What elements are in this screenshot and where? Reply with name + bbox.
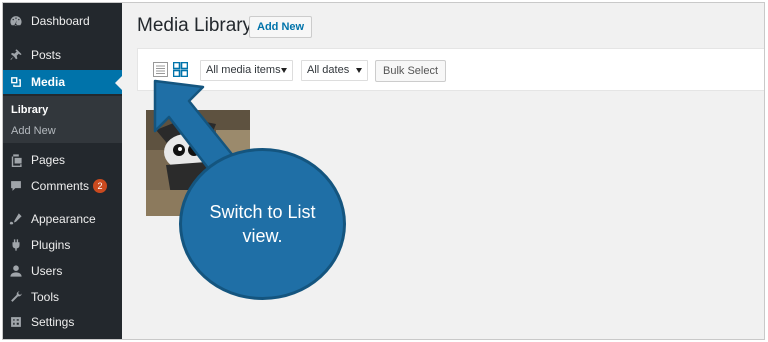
tools-icon bbox=[9, 290, 23, 304]
sidebar-item-settings[interactable]: Settings bbox=[3, 310, 122, 334]
sidebar-item-appearance[interactable]: Appearance bbox=[3, 207, 122, 231]
admin-sidebar: Dashboard Posts Media Library Add New Pa… bbox=[3, 3, 122, 339]
media-submenu: Library Add New bbox=[3, 96, 122, 143]
plugins-icon bbox=[9, 238, 23, 252]
sidebar-item-label: Media bbox=[31, 75, 66, 89]
sidebar-item-label: Settings bbox=[31, 315, 75, 329]
sidebar-item-label: Pages bbox=[31, 153, 66, 167]
submenu-item-add-new[interactable]: Add New bbox=[11, 125, 56, 137]
page-title: Media Library bbox=[137, 15, 253, 36]
sidebar-item-comments[interactable]: Comments 2 bbox=[3, 174, 122, 198]
callout-bubble: Switch to List view. bbox=[179, 148, 346, 300]
sidebar-item-posts[interactable]: Posts bbox=[3, 43, 122, 67]
chevron-down-icon bbox=[356, 68, 362, 73]
bulk-select-button[interactable]: Bulk Select bbox=[375, 60, 447, 82]
sidebar-item-pages[interactable]: Pages bbox=[3, 148, 122, 172]
sidebar-item-label: Plugins bbox=[31, 238, 71, 252]
sidebar-item-users[interactable]: Users bbox=[3, 259, 122, 283]
media-icon bbox=[9, 75, 23, 89]
callout-text: Switch to List view. bbox=[209, 202, 316, 246]
sidebar-item-label: Comments bbox=[31, 179, 90, 193]
sidebar-item-label: Posts bbox=[31, 48, 62, 62]
add-new-button[interactable]: Add New bbox=[249, 16, 313, 38]
dashboard-icon bbox=[9, 14, 23, 28]
admin-window: Dashboard Posts Media Library Add New Pa… bbox=[2, 2, 765, 340]
sidebar-item-plugins[interactable]: Plugins bbox=[3, 233, 122, 257]
pin-icon bbox=[9, 48, 23, 62]
sidebar-item-tools[interactable]: Tools bbox=[3, 285, 122, 309]
screenshot-frame: Dashboard Posts Media Library Add New Pa… bbox=[0, 0, 768, 342]
chevron-down-icon bbox=[281, 68, 287, 73]
active-indicator bbox=[115, 76, 122, 90]
submenu-item-library[interactable]: Library bbox=[11, 104, 48, 116]
sidebar-item-label: Tools bbox=[31, 290, 60, 304]
comments-icon bbox=[9, 179, 23, 193]
sidebar-item-label: Appearance bbox=[31, 212, 96, 226]
date-filter-value: All dates bbox=[307, 64, 350, 76]
date-filter[interactable]: All dates bbox=[301, 60, 368, 81]
comments-count-badge: 2 bbox=[93, 179, 108, 193]
settings-icon bbox=[9, 315, 23, 329]
sidebar-item-media[interactable]: Media bbox=[3, 70, 122, 94]
sidebar-item-dashboard[interactable]: Dashboard bbox=[3, 9, 122, 33]
users-icon bbox=[9, 264, 23, 278]
pages-icon bbox=[9, 153, 23, 167]
sidebar-item-label: Users bbox=[31, 264, 63, 278]
sidebar-item-label: Dashboard bbox=[31, 14, 90, 28]
appearance-icon bbox=[9, 212, 23, 226]
